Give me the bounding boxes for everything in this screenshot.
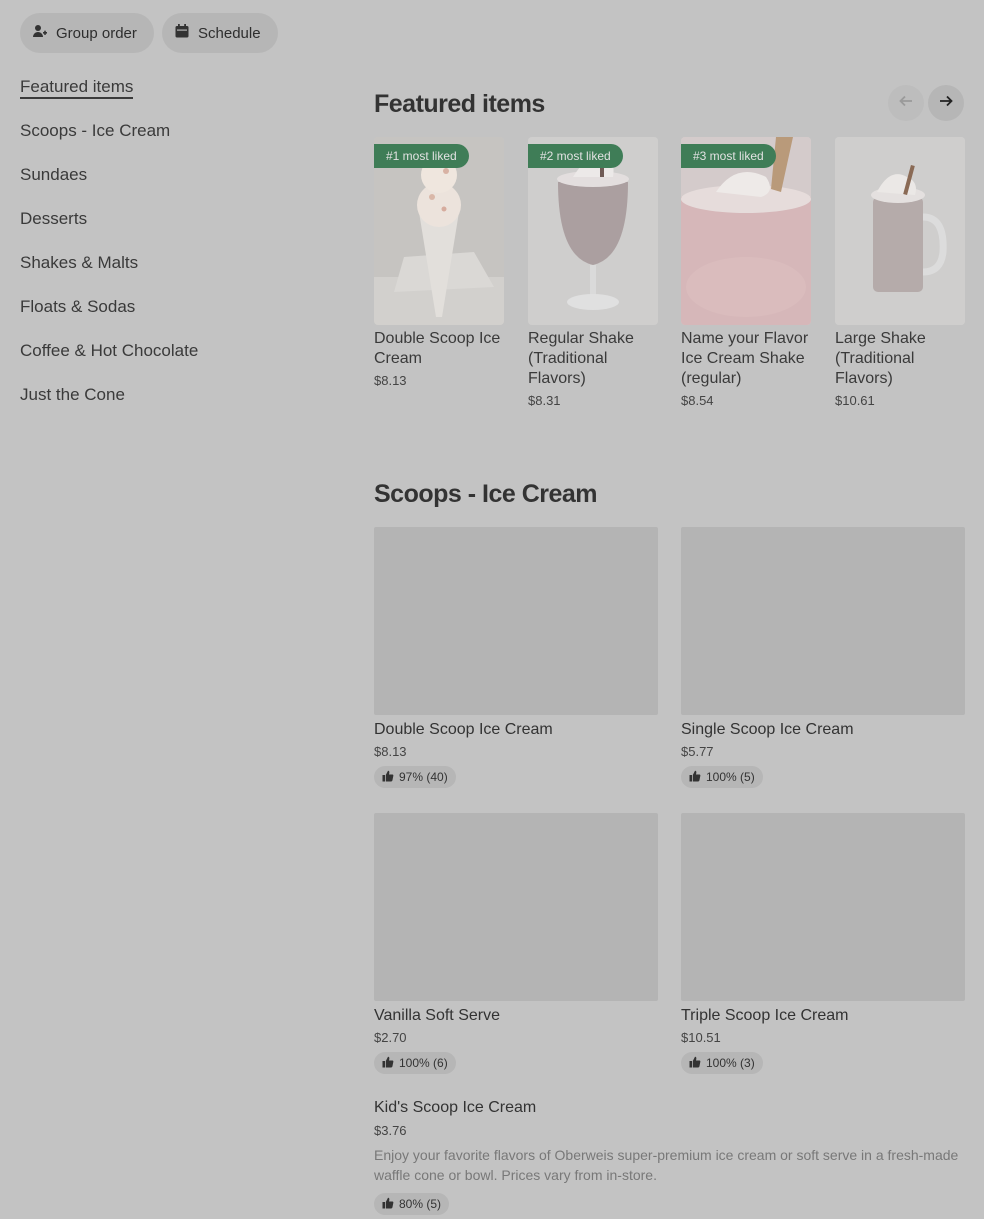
add-person-icon	[32, 23, 48, 43]
rating-badge: 100% (6)	[374, 1052, 456, 1074]
featured-item-price: $8.31	[528, 393, 561, 408]
menu-item-card[interactable]: Vanilla Soft Serve $2.70 100% (6)	[374, 813, 658, 1074]
sidebar-item-floats-sodas[interactable]: Floats & Sodas	[20, 296, 320, 340]
rating-text: 97% (40)	[399, 770, 448, 784]
schedule-button[interactable]: Schedule	[162, 13, 278, 53]
menu-item-price: $8.13	[374, 744, 407, 759]
featured-card[interactable]: #3 most liked Name your Flavor Ice Cream…	[681, 137, 811, 408]
item-image-placeholder	[374, 813, 658, 1001]
sidebar-item-label: Desserts	[20, 209, 88, 228]
featured-item-price: $10.61	[835, 393, 875, 408]
rating-text: 100% (5)	[706, 770, 755, 784]
sidebar-item-scoops-ice-cream[interactable]: Scoops - Ice Cream	[20, 120, 320, 164]
most-liked-badge: #2 most liked	[528, 144, 623, 168]
menu-item-price: $10.51	[681, 1030, 721, 1045]
sidebar-item-label: Shakes & Malts	[20, 253, 139, 272]
sidebar-item-desserts[interactable]: Desserts	[20, 208, 320, 252]
sidebar-item-sundaes[interactable]: Sundaes	[20, 164, 320, 208]
menu-item-price: $3.76	[374, 1123, 407, 1138]
sidebar-item-label: Scoops - Ice Cream	[20, 121, 171, 140]
menu-item-name: Single Scoop Ice Cream	[681, 721, 854, 738]
most-liked-badge: #3 most liked	[681, 144, 776, 168]
menu-item-name: Triple Scoop Ice Cream	[681, 1007, 849, 1024]
rating-badge: 97% (40)	[374, 766, 456, 788]
sidebar-item-label: Just the Cone	[20, 385, 125, 404]
arrow-left-icon	[898, 93, 914, 114]
rating-text: 100% (6)	[399, 1056, 448, 1070]
featured-item-name: Large Shake (Traditional Flavors)	[835, 330, 926, 387]
calendar-icon	[174, 23, 190, 43]
rating-text: 80% (5)	[399, 1197, 442, 1211]
rating-badge: 100% (3)	[681, 1052, 763, 1074]
thumbs-up-icon	[689, 1056, 701, 1071]
thumbs-up-icon	[382, 1197, 394, 1212]
featured-item-price: $8.13	[374, 373, 407, 388]
thumbs-up-icon	[689, 770, 701, 785]
thumbs-up-icon	[382, 770, 394, 785]
sidebar-item-label: Floats & Sodas	[20, 297, 136, 316]
schedule-label: Schedule	[198, 24, 261, 42]
group-order-label: Group order	[56, 24, 137, 42]
featured-section-title: Featured items	[374, 90, 545, 118]
featured-item-name: Name your Flavor Ice Cream Shake (regula…	[681, 330, 809, 387]
most-liked-badge: #1 most liked	[374, 144, 469, 168]
menu-item-card[interactable]: Double Scoop Ice Cream $8.13 97% (40)	[374, 527, 658, 788]
group-order-button[interactable]: Group order	[20, 13, 154, 53]
category-sidebar: Featured items Scoops - Ice Cream Sundae…	[20, 76, 320, 428]
featured-item-price: $8.54	[681, 393, 714, 408]
carousel-prev-button[interactable]	[888, 85, 924, 121]
featured-card[interactable]: Large Shake (Traditional Flavors) $10.61	[835, 137, 965, 408]
double-scoop-cone-image: #1 most liked	[374, 137, 504, 325]
thumbs-up-icon	[382, 1056, 394, 1071]
item-image-placeholder	[374, 527, 658, 715]
menu-item-name: Vanilla Soft Serve	[374, 1007, 500, 1024]
menu-item-name: Double Scoop Ice Cream	[374, 721, 553, 738]
sidebar-item-label: Sundaes	[20, 165, 88, 184]
sidebar-item-label: Featured items	[20, 77, 134, 99]
menu-item-price: $5.77	[681, 744, 714, 759]
featured-card[interactable]: #2 most liked Regular Shake (Traditional…	[528, 137, 658, 408]
featured-card[interactable]: #1 most liked Double Scoop Ice Cream $8.…	[374, 137, 504, 388]
item-image-placeholder	[681, 813, 965, 1001]
sidebar-item-featured-items[interactable]: Featured items	[20, 76, 320, 120]
menu-item-price: $2.70	[374, 1030, 407, 1045]
scoops-section-title: Scoops - Ice Cream	[374, 480, 598, 508]
sidebar-item-shakes-malts[interactable]: Shakes & Malts	[20, 252, 320, 296]
sidebar-item-label: Coffee & Hot Chocolate	[20, 341, 199, 360]
item-image-placeholder	[681, 527, 965, 715]
sidebar-item-just-the-cone[interactable]: Just the Cone	[20, 384, 320, 428]
name-your-flavor-shake-image: #3 most liked	[681, 137, 811, 325]
rating-badge: 80% (5)	[374, 1193, 450, 1215]
regular-shake-image: #2 most liked	[528, 137, 658, 325]
arrow-right-icon	[938, 93, 954, 114]
carousel-next-button[interactable]	[928, 85, 964, 121]
large-shake-image	[835, 137, 965, 325]
featured-item-name: Double Scoop Ice Cream	[374, 330, 501, 367]
menu-item-card[interactable]: Triple Scoop Ice Cream $10.51 100% (3)	[681, 813, 965, 1074]
menu-item-card[interactable]: Kid's Scoop Ice Cream $3.76 Enjoy your f…	[374, 1098, 964, 1215]
featured-item-name: Regular Shake (Traditional Flavors)	[528, 330, 634, 387]
rating-text: 100% (3)	[706, 1056, 755, 1070]
menu-item-card[interactable]: Single Scoop Ice Cream $5.77 100% (5)	[681, 527, 965, 788]
sidebar-item-coffee-hot-chocolate[interactable]: Coffee & Hot Chocolate	[20, 340, 320, 384]
menu-item-name: Kid's Scoop Ice Cream	[374, 1099, 537, 1116]
menu-item-description: Enjoy your favorite flavors of Oberweis …	[374, 1147, 959, 1183]
rating-badge: 100% (5)	[681, 766, 763, 788]
